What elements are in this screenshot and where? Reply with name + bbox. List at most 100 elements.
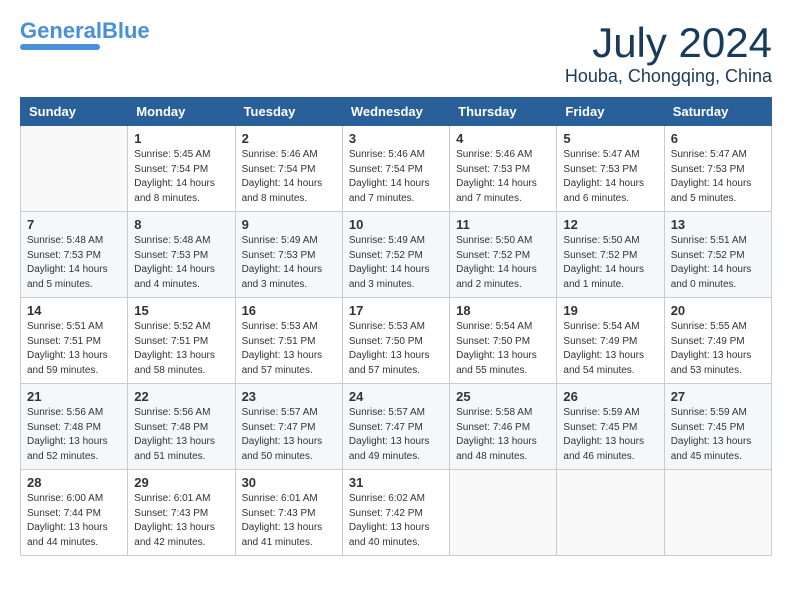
day-header-tuesday: Tuesday: [235, 98, 342, 126]
calendar-day: 22 Sunrise: 5:56 AM Sunset: 7:48 PM Dayli…: [128, 384, 235, 470]
day-number: 29: [134, 475, 228, 490]
day-number: 19: [563, 303, 657, 318]
logo-blue: Blue: [102, 18, 150, 43]
day-info: Sunrise: 5:52 AM Sunset: 7:51 PM Dayligh…: [134, 320, 228, 378]
day-info: Sunrise: 6:01 AM Sunset: 7:43 PM Dayligh…: [242, 492, 336, 550]
day-number: 14: [27, 303, 121, 318]
calendar-day: 14Sunrise: 5:51 AM Sunset: 7:51 PM Dayli…: [21, 298, 128, 384]
day-number: 24: [349, 389, 443, 404]
day-info: Sunrise: 5:57 AM Sunset: 7:47 PM Dayligh…: [349, 406, 443, 464]
day-header-saturday: Saturday: [664, 98, 771, 126]
calendar-day: 17 Sunrise: 5:53 AM Sunset: 7:50 PM Dayli…: [342, 298, 449, 384]
day-number: 10: [349, 217, 443, 232]
day-number: 31: [349, 475, 443, 490]
logo-general: General: [20, 18, 102, 43]
calendar-day: 12 Sunrise: 5:50 AM Sunset: 7:52 PM Dayli…: [557, 212, 664, 298]
day-info: Sunrise: 5:50 AM Sunset: 7:52 PM Dayligh…: [456, 234, 550, 292]
day-header-monday: Monday: [128, 98, 235, 126]
calendar-day: 31 Sunrise: 6:02 AM Sunset: 7:42 PM Dayli…: [342, 470, 449, 556]
calendar-day: 1 Sunrise: 5:45 AM Sunset: 7:54 PM Daylig…: [128, 126, 235, 212]
day-info: Sunrise: 6:00 AM Sunset: 7:44 PM Dayligh…: [27, 492, 121, 550]
day-number: 12: [563, 217, 657, 232]
day-number: 22: [134, 389, 228, 404]
day-number: 28: [27, 475, 121, 490]
calendar-day: 21 Sunrise: 5:56 AM Sunset: 7:48 PM Dayli…: [21, 384, 128, 470]
day-number: 25: [456, 389, 550, 404]
calendar-day: 8 Sunrise: 5:48 AM Sunset: 7:53 PM Daylig…: [128, 212, 235, 298]
day-info: Sunrise: 5:46 AM Sunset: 7:54 PM Dayligh…: [242, 148, 336, 206]
calendar-day: 4Sunrise: 5:46 AM Sunset: 7:53 PM Daylig…: [450, 126, 557, 212]
calendar-day: 9 Sunrise: 5:49 AM Sunset: 7:53 PM Daylig…: [235, 212, 342, 298]
calendar-day: 11 Sunrise: 5:50 AM Sunset: 7:52 PM Dayli…: [450, 212, 557, 298]
page-header: GeneralBlue July 2024 Houba, Chongqing, …: [20, 20, 772, 87]
title-block: July 2024 Houba, Chongqing, China: [565, 20, 772, 87]
calendar-day: 28 Sunrise: 6:00 AM Sunset: 7:44 PM Dayli…: [21, 470, 128, 556]
calendar-day: 24 Sunrise: 5:57 AM Sunset: 7:47 PM Dayli…: [342, 384, 449, 470]
day-header-wednesday: Wednesday: [342, 98, 449, 126]
day-number: 15: [134, 303, 228, 318]
day-info: Sunrise: 5:45 AM Sunset: 7:54 PM Dayligh…: [134, 148, 228, 206]
calendar-day: 16Sunrise: 5:53 AM Sunset: 7:51 PM Dayli…: [235, 298, 342, 384]
day-header-sunday: Sunday: [21, 98, 128, 126]
day-number: 17: [349, 303, 443, 318]
calendar-day: 7Sunrise: 5:48 AM Sunset: 7:53 PM Daylig…: [21, 212, 128, 298]
day-info: Sunrise: 5:53 AM Sunset: 7:50 PM Dayligh…: [349, 320, 443, 378]
day-number: 6: [671, 131, 765, 146]
calendar-table: SundayMondayTuesdayWednesdayThursdayFrid…: [20, 97, 772, 556]
calendar-day: 19 Sunrise: 5:54 AM Sunset: 7:49 PM Dayli…: [557, 298, 664, 384]
calendar-day: 6 Sunrise: 5:47 AM Sunset: 7:53 PM Daylig…: [664, 126, 771, 212]
calendar-day: 26Sunrise: 5:59 AM Sunset: 7:45 PM Dayli…: [557, 384, 664, 470]
day-info: Sunrise: 5:57 AM Sunset: 7:47 PM Dayligh…: [242, 406, 336, 464]
day-info: Sunrise: 5:51 AM Sunset: 7:52 PM Dayligh…: [671, 234, 765, 292]
logo: GeneralBlue: [20, 20, 150, 50]
day-info: Sunrise: 5:46 AM Sunset: 7:54 PM Dayligh…: [349, 148, 443, 206]
calendar-day: 30 Sunrise: 6:01 AM Sunset: 7:43 PM Dayli…: [235, 470, 342, 556]
day-info: Sunrise: 5:55 AM Sunset: 7:49 PM Dayligh…: [671, 320, 765, 378]
calendar-day: [450, 470, 557, 556]
day-number: 1: [134, 131, 228, 146]
day-info: Sunrise: 5:48 AM Sunset: 7:53 PM Dayligh…: [134, 234, 228, 292]
day-info: Sunrise: 5:56 AM Sunset: 7:48 PM Dayligh…: [134, 406, 228, 464]
calendar-day: [664, 470, 771, 556]
calendar-day: 25 Sunrise: 5:58 AM Sunset: 7:46 PM Dayli…: [450, 384, 557, 470]
day-info: Sunrise: 6:01 AM Sunset: 7:43 PM Dayligh…: [134, 492, 228, 550]
calendar-day: 10Sunrise: 5:49 AM Sunset: 7:52 PM Dayli…: [342, 212, 449, 298]
day-info: Sunrise: 5:56 AM Sunset: 7:48 PM Dayligh…: [27, 406, 121, 464]
day-number: 30: [242, 475, 336, 490]
day-info: Sunrise: 6:02 AM Sunset: 7:42 PM Dayligh…: [349, 492, 443, 550]
day-number: 7: [27, 217, 121, 232]
day-number: 2: [242, 131, 336, 146]
day-number: 9: [242, 217, 336, 232]
day-number: 21: [27, 389, 121, 404]
day-header-friday: Friday: [557, 98, 664, 126]
calendar-day: 29 Sunrise: 6:01 AM Sunset: 7:43 PM Dayli…: [128, 470, 235, 556]
day-number: 11: [456, 217, 550, 232]
day-number: 27: [671, 389, 765, 404]
day-number: 18: [456, 303, 550, 318]
day-number: 26: [563, 389, 657, 404]
calendar-week-2: 7 Sunrise: 5:48 AM Sunset: 7:53 PM Daylig…: [21, 212, 772, 298]
calendar-day: [557, 470, 664, 556]
day-info: Sunrise: 5:59 AM Sunset: 7:45 PM Dayligh…: [671, 406, 765, 464]
day-info: Sunrise: 5:54 AM Sunset: 7:49 PM Dayligh…: [563, 320, 657, 378]
location-subtitle: Houba, Chongqing, China: [565, 66, 772, 87]
day-number: 13: [671, 217, 765, 232]
day-number: 3: [349, 131, 443, 146]
day-info: Sunrise: 5:49 AM Sunset: 7:53 PM Dayligh…: [242, 234, 336, 292]
day-number: 23: [242, 389, 336, 404]
calendar-day: 3 Sunrise: 5:46 AM Sunset: 7:54 PM Daylig…: [342, 126, 449, 212]
day-number: 8: [134, 217, 228, 232]
calendar-day: 13 Sunrise: 5:51 AM Sunset: 7:52 PM Dayli…: [664, 212, 771, 298]
day-info: Sunrise: 5:47 AM Sunset: 7:53 PM Dayligh…: [671, 148, 765, 206]
calendar-week-3: 14Sunrise: 5:51 AM Sunset: 7:51 PM Dayli…: [21, 298, 772, 384]
calendar-week-1: 1 Sunrise: 5:45 AM Sunset: 7:54 PM Daylig…: [21, 126, 772, 212]
day-info: Sunrise: 5:46 AM Sunset: 7:53 PM Dayligh…: [456, 148, 550, 206]
logo-bar: [20, 44, 100, 50]
day-header-thursday: Thursday: [450, 98, 557, 126]
day-info: Sunrise: 5:54 AM Sunset: 7:50 PM Dayligh…: [456, 320, 550, 378]
day-info: Sunrise: 5:58 AM Sunset: 7:46 PM Dayligh…: [456, 406, 550, 464]
day-info: Sunrise: 5:53 AM Sunset: 7:51 PM Dayligh…: [242, 320, 336, 378]
day-info: Sunrise: 5:47 AM Sunset: 7:53 PM Dayligh…: [563, 148, 657, 206]
month-year-title: July 2024: [565, 20, 772, 66]
day-info: Sunrise: 5:50 AM Sunset: 7:52 PM Dayligh…: [563, 234, 657, 292]
